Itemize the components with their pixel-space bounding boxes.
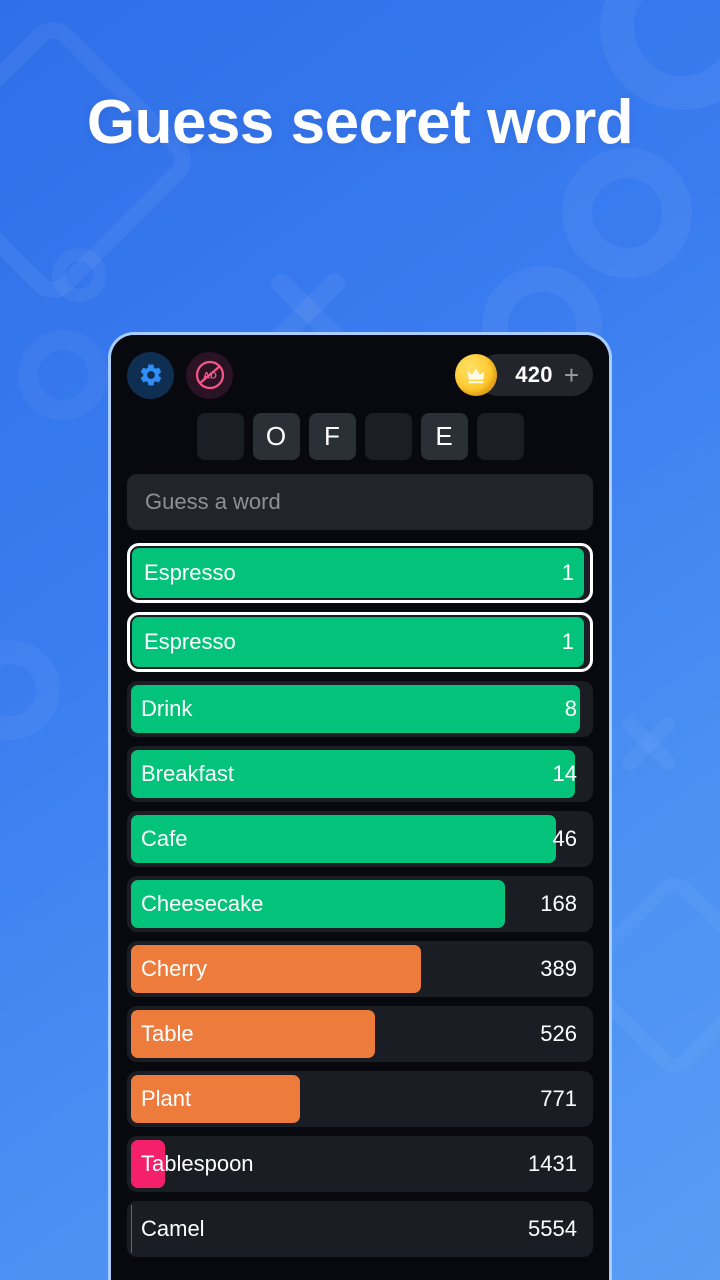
app-top-bar: AD 420 + xyxy=(127,335,593,407)
guess-list: Espresso 1 Espresso 1 Drink 8 Breakfast 14 Cafe 4… xyxy=(127,543,593,1257)
guess-rank-value: 389 xyxy=(540,956,577,981)
decorative-ring-shape xyxy=(0,640,60,740)
no-ads-icon: AD xyxy=(195,360,224,390)
crown-icon xyxy=(467,368,485,384)
guess-rank-value: 8 xyxy=(564,696,577,721)
guess-rank-value: 771 xyxy=(540,1086,577,1111)
guess-row[interactable]: Drink 8 xyxy=(127,681,593,737)
guess-row[interactable]: Cafe 46 xyxy=(127,811,593,867)
svg-text:AD: AD xyxy=(203,370,217,381)
guess-row[interactable]: Camel 5554 xyxy=(127,1201,593,1257)
word-tile-6 xyxy=(476,413,524,460)
guess-word-label: Plant xyxy=(141,1086,192,1111)
app-screen: AD 420 + OFE Guess a word Espresso 1 Esp… xyxy=(111,335,609,1280)
guess-rank-bar xyxy=(131,685,580,733)
guess-rank-value: 1431 xyxy=(528,1151,577,1176)
remove-ads-button[interactable]: AD xyxy=(186,351,233,399)
secret-word-tiles: OF E xyxy=(127,413,593,460)
guess-rank-value: 1 xyxy=(561,560,574,585)
gear-icon xyxy=(140,364,161,386)
word-tile-1 xyxy=(196,413,244,460)
guess-row[interactable]: Plant 771 xyxy=(127,1071,593,1127)
guess-row[interactable]: Cherry 389 xyxy=(127,941,593,997)
guess-row[interactable]: Tablespoon 1431 xyxy=(127,1136,593,1192)
coin-balance[interactable]: 420 + xyxy=(455,353,593,397)
word-tile-2: O xyxy=(252,413,300,460)
guess-word-label: Camel xyxy=(141,1216,205,1241)
guess-row[interactable]: Cheesecake 168 xyxy=(127,876,593,932)
settings-button[interactable] xyxy=(127,351,174,399)
decorative-ring-shape xyxy=(562,148,692,278)
guess-word-label: Espresso xyxy=(144,629,236,654)
decorative-x-shape xyxy=(606,700,692,786)
guess-row[interactable]: Table 526 xyxy=(127,1006,593,1062)
word-tile-5: E xyxy=(420,413,468,460)
guess-word-label: Espresso xyxy=(144,560,236,585)
guess-word-label: Breakfast xyxy=(141,761,234,786)
guess-word-label: Tablespoon xyxy=(141,1151,254,1176)
crown-coin-icon xyxy=(455,354,498,396)
add-coins-button[interactable]: + xyxy=(564,362,579,388)
guess-input[interactable]: Guess a word xyxy=(127,474,593,530)
guess-word-label: Cafe xyxy=(141,826,188,851)
guess-word-label: Cheesecake xyxy=(141,891,264,916)
guess-rank-bar xyxy=(131,815,557,863)
guess-word-label: Table xyxy=(141,1021,194,1046)
guess-rank-value: 526 xyxy=(540,1021,577,1046)
word-tile-3: F xyxy=(308,413,356,460)
guess-rank-value: 5554 xyxy=(528,1216,577,1241)
decorative-dot-shape xyxy=(52,248,106,302)
decorative-ring-shape xyxy=(18,330,108,420)
guess-rank-value: 168 xyxy=(540,891,577,916)
guess-rank-value: 1 xyxy=(561,629,574,654)
phone-mockup: AD 420 + OFE Guess a word Espresso 1 Esp… xyxy=(108,332,612,1280)
guess-rank-value: 14 xyxy=(552,761,577,786)
guess-row[interactable]: Breakfast 14 xyxy=(127,746,593,802)
coin-count-label: 420 xyxy=(515,362,553,387)
guess-word-label: Drink xyxy=(141,696,193,721)
guess-word-label: Cherry xyxy=(141,956,208,981)
guess-rank-value: 46 xyxy=(552,826,577,851)
guess-row[interactable]: Espresso 1 xyxy=(127,612,593,672)
promo-screenshot: Guess secret word AD 420 + O F E Guess a… xyxy=(0,0,720,1280)
word-tile-4 xyxy=(364,413,412,460)
promo-headline: Guess secret word xyxy=(86,88,634,157)
guess-row[interactable]: Espresso 1 xyxy=(127,543,593,603)
